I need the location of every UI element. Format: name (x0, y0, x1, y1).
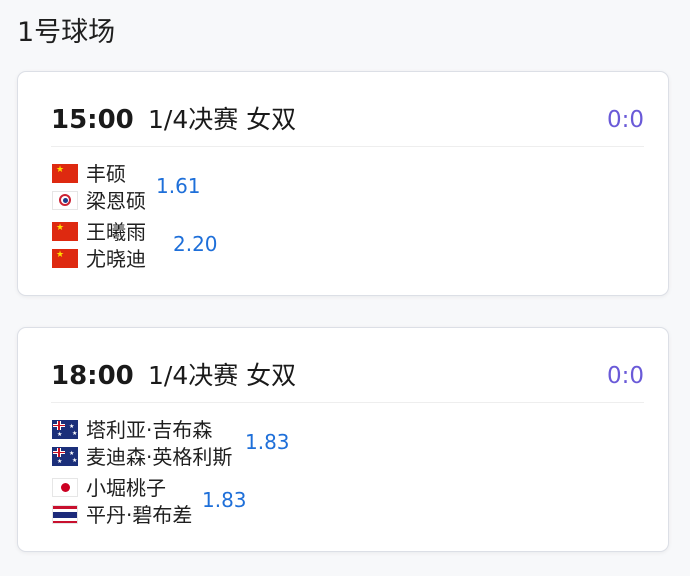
player-row: 小堀桃子 (52, 474, 166, 501)
team-pair[interactable]: 小堀桃子 平丹·碧布差 1.83 (52, 474, 372, 528)
odds-value[interactable]: 2.20 (173, 231, 218, 257)
match-card[interactable]: 15:00 1/4决赛 女双 0:0 ★ 丰硕 梁恩硕 1.61 ★ 王曦雨 ★… (17, 71, 669, 296)
match-round: 1/4决赛 女双 (148, 105, 297, 134)
player-name: 丰硕 (86, 161, 126, 186)
china-flag-icon: ★ (52, 249, 78, 268)
player-name: 塔利亚·吉布森 (86, 417, 213, 442)
match-header: 18:00 1/4决赛 女双 0:0 (51, 354, 644, 403)
odds-value[interactable]: 1.83 (245, 429, 290, 455)
team-pair[interactable]: ★ 丰硕 梁恩硕 1.61 (52, 160, 352, 214)
player-row: 平丹·碧布差 (52, 501, 192, 528)
australia-flag-icon: ★ ★ ★ (52, 420, 78, 439)
player-row: ★ ★ ★ 塔利亚·吉布森 (52, 416, 212, 443)
australia-flag-icon: ★ ★ ★ (52, 447, 78, 466)
match-header: 15:00 1/4决赛 女双 0:0 (51, 98, 644, 147)
team-pair[interactable]: ★ 王曦雨 ★ 尤晓迪 2.20 (52, 218, 352, 272)
player-row: 梁恩硕 (52, 187, 146, 214)
odds-value[interactable]: 1.83 (202, 487, 247, 513)
player-row: ★ 王曦雨 (52, 218, 146, 245)
player-row: ★ 尤晓迪 (52, 245, 146, 272)
chinese-taipei-flag-icon (52, 191, 78, 210)
match-time: 18:00 (51, 361, 134, 391)
match-time: 15:00 (51, 105, 134, 135)
player-row: ★ 丰硕 (52, 160, 126, 187)
player-name: 小堀桃子 (86, 475, 166, 500)
match-round: 1/4决赛 女双 (148, 361, 297, 390)
player-name: 麦迪森·英格利斯 (86, 444, 233, 469)
china-flag-icon: ★ (52, 164, 78, 183)
court-title: 1号球场 (17, 17, 116, 48)
japan-flag-icon (52, 478, 78, 497)
player-name: 平丹·碧布差 (86, 502, 193, 527)
china-flag-icon: ★ (52, 222, 78, 241)
match-card[interactable]: 18:00 1/4决赛 女双 0:0 ★ ★ ★ 塔利亚·吉布森 ★ ★ ★ 麦… (17, 327, 669, 552)
team-pair[interactable]: ★ ★ ★ 塔利亚·吉布森 ★ ★ ★ 麦迪森·英格利斯 1.83 (52, 416, 372, 470)
odds-value[interactable]: 1.61 (156, 173, 201, 199)
player-name: 梁恩硕 (86, 188, 146, 213)
player-name: 尤晓迪 (86, 246, 146, 271)
thailand-flag-icon (52, 505, 78, 524)
match-score: 0:0 (606, 363, 644, 389)
match-score: 0:0 (606, 107, 644, 133)
player-row: ★ ★ ★ 麦迪森·英格利斯 (52, 443, 232, 470)
player-name: 王曦雨 (86, 219, 146, 244)
